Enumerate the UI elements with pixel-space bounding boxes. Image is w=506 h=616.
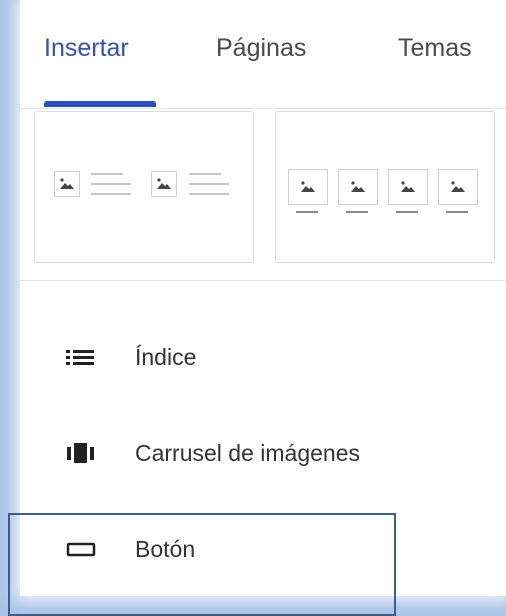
image-placeholder-icon [288,169,328,205]
active-tab-indicator [44,101,156,107]
image-placeholder-icon [338,169,378,205]
caption-line [296,211,318,213]
text-line [189,173,221,175]
caption-line [446,211,468,213]
image-placeholder-icon [54,171,80,197]
insert-panel: Insertar Páginas Temas Índice Carrusel d… [20,0,506,596]
tab-bar: Insertar Páginas Temas [20,0,506,109]
tab-paginas[interactable]: Páginas [216,34,306,63]
layout-four-images-with-captions[interactable] [275,111,495,263]
caption-line [346,211,368,213]
carousel-icon [67,443,94,463]
text-line [91,183,131,185]
menu-item-label: Botón [135,536,196,562]
menu-item-indice[interactable]: Índice [20,322,506,392]
text-line [91,193,131,195]
text-line [189,183,229,185]
image-placeholder-icon [438,169,478,205]
layout-two-images-with-text[interactable] [34,111,254,263]
menu-item-label: Índice [135,344,197,370]
menu-item-carrusel-de-imagenes[interactable]: Carrusel de imágenes [20,418,506,488]
tab-temas[interactable]: Temas [398,34,472,63]
text-line [189,193,229,195]
caption-line [396,211,418,213]
layouts-row [20,108,506,281]
menu-item-label: Carrusel de imágenes [135,440,361,466]
image-placeholder-icon [151,171,177,197]
tab-insertar[interactable]: Insertar [44,34,129,63]
image-placeholder-icon [388,169,428,205]
text-line [91,173,123,175]
button-icon [66,542,96,557]
menu-item-boton[interactable]: Botón [20,514,506,584]
list-icon [66,350,94,365]
